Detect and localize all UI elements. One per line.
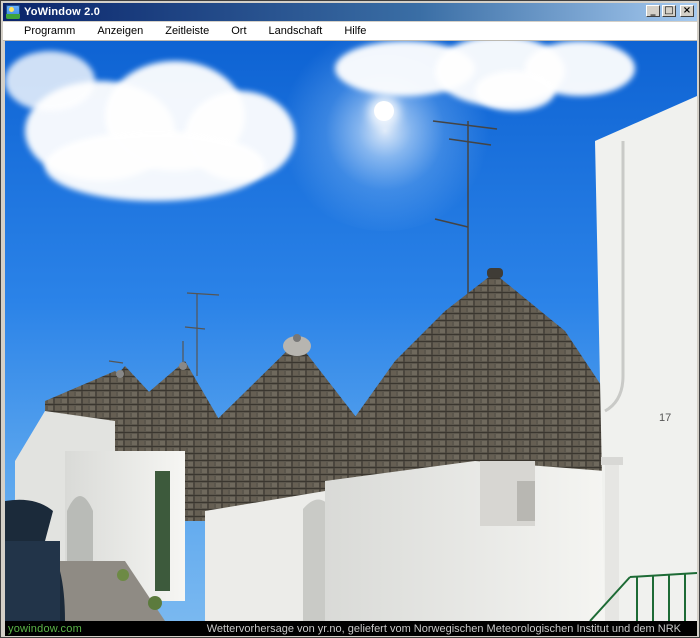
menu-bar: Programm Anzeigen Zeitleiste Ort Landsch…: [3, 22, 697, 41]
close-button[interactable]: ×: [680, 5, 694, 17]
maximize-button[interactable]: □: [662, 5, 676, 17]
landscape-trulli: 17: [5, 96, 697, 621]
menu-landschaft[interactable]: Landschaft: [258, 22, 334, 40]
menu-hilfe[interactable]: Hilfe: [333, 22, 377, 40]
menu-zeitleiste[interactable]: Zeitleiste: [154, 22, 220, 40]
window-title: YoWindow 2.0: [24, 6, 101, 18]
status-bar: yowindow.com Wettervorhersage von yr.no,…: [5, 621, 697, 636]
app-window: YoWindow 2.0 _ □ × Programm Anzeigen Zei…: [0, 0, 700, 638]
antenna-main: [432, 120, 498, 296]
menu-programm[interactable]: Programm: [13, 22, 86, 40]
minimize-button[interactable]: _: [646, 5, 660, 17]
menu-ort[interactable]: Ort: [220, 22, 257, 40]
house-number: 17: [659, 412, 671, 424]
yowindow-link[interactable]: yowindow.com: [5, 623, 82, 635]
forecast-credit[interactable]: Wettervorhersage von yr.no, geliefert vo…: [207, 623, 697, 635]
antenna-left: [108, 292, 220, 376]
title-bar[interactable]: YoWindow 2.0 _ □ ×: [3, 3, 697, 21]
weather-scene[interactable]: 17: [5, 41, 697, 621]
yowindow-app-icon[interactable]: [6, 5, 20, 19]
window-controls: _ □ ×: [646, 5, 694, 17]
menu-anzeigen[interactable]: Anzeigen: [86, 22, 154, 40]
